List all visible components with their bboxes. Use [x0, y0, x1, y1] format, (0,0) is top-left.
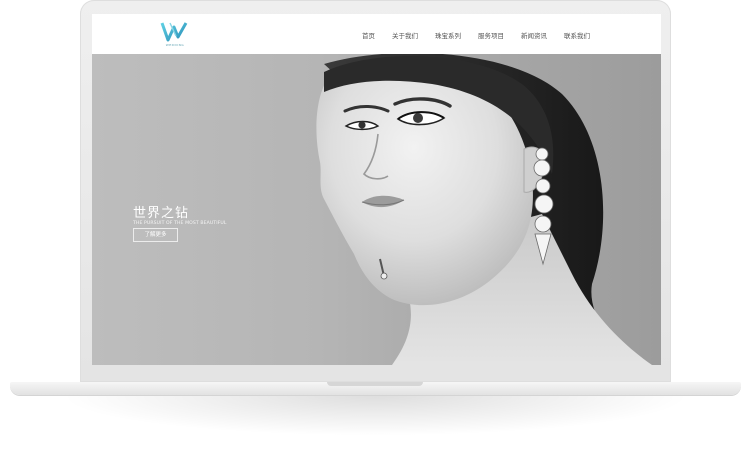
laptop-shadow	[60, 396, 691, 436]
laptop-mockup: WEDDING 首页 关于我们 珠宝系列 服务项目 新闻资讯 联系我们 世界之钻…	[0, 0, 751, 462]
nav-item-news[interactable]: 新闻资讯	[521, 30, 547, 42]
nav-item-services[interactable]: 服务项目	[478, 30, 504, 42]
main-menu: 首页 关于我们 珠宝系列 服务项目 新闻资讯 联系我们	[362, 30, 590, 42]
nav-item-about[interactable]: 关于我们	[392, 30, 418, 42]
site-logo[interactable]: WEDDING	[158, 20, 192, 50]
site-header: WEDDING 首页 关于我们 珠宝系列 服务项目 新闻资讯 联系我们	[92, 14, 661, 54]
laptop-notch	[327, 382, 423, 386]
hero-subtitle: THE PURSUIT OF THE MOST BEAUTIFUL	[133, 221, 227, 226]
learn-more-button[interactable]: 了解更多	[133, 228, 178, 242]
hero-title: 世界之钻	[133, 206, 190, 221]
nav-item-contact[interactable]: 联系我们	[564, 30, 590, 42]
logo-w-icon	[160, 22, 188, 42]
nav-item-home[interactable]: 首页	[362, 30, 375, 42]
hero-banner: 世界之钻 THE PURSUIT OF THE MOST BEAUTIFUL 了…	[92, 54, 661, 365]
logo-wordmark: WEDDING	[165, 43, 185, 47]
laptop-base	[10, 382, 741, 395]
laptop-screen: WEDDING 首页 关于我们 珠宝系列 服务项目 新闻资讯 联系我们 世界之钻…	[92, 14, 661, 365]
nav-item-jewelry[interactable]: 珠宝系列	[435, 30, 461, 42]
